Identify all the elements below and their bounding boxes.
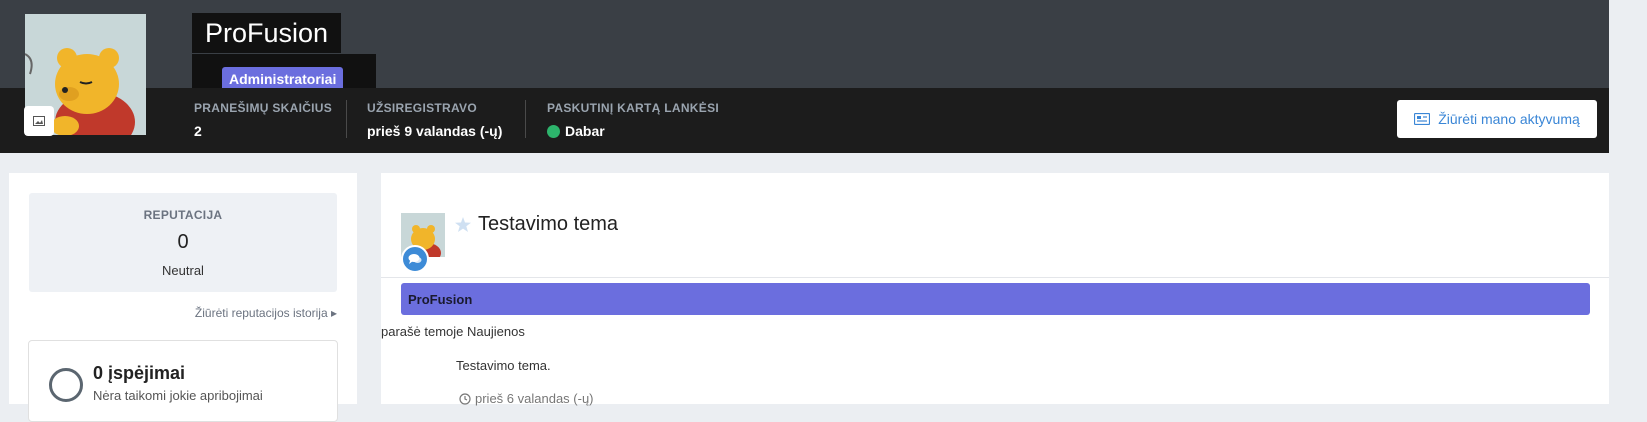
stat-divider [346, 100, 347, 138]
stat-registered: UŽSIREGISTRAVO prieš 9 valandas (-ų) [367, 101, 502, 139]
reputation-value: 0 [177, 231, 189, 253]
divider [381, 277, 1609, 278]
stat-post-count: PRANEŠIMŲ SKAIČIUS 2 [194, 101, 332, 139]
post-context-line: parašė temoje Naujienos [381, 324, 525, 339]
activity-icon [1414, 113, 1431, 125]
activity-stream: Testavimo tema ProFusion parašė temoje N… [381, 173, 1609, 406]
warnings-description: Nėra taikomi jokie apribojimai [93, 388, 263, 403]
reputation-history-label: Žiūrėti reputacijos istorija [194, 306, 328, 320]
warnings-box[interactable]: 0 įspėjimai Nėra taikomi jokie apribojim… [28, 340, 338, 422]
post-snippet: Testavimo tema. [456, 358, 551, 373]
view-activity-button[interactable]: Žiūrėti mano aktyvumą [1397, 100, 1597, 138]
profile-name: ProFusion [192, 13, 342, 53]
stat-value: prieš 9 valandas (-ų) [367, 123, 503, 139]
wrote-prefix: parašė temoje [381, 324, 464, 339]
stat-last-visit: PASKUTINĮ KARTĄ LANKĖSI Dabar [547, 101, 719, 139]
stat-value: 2 [194, 123, 202, 139]
caret-right-icon: ▸ [330, 306, 337, 320]
forum-link[interactable]: Naujienos [467, 324, 525, 339]
post-author-name[interactable]: ProFusion [408, 292, 472, 307]
stat-label: UŽSIREGISTRAVO [367, 101, 477, 115]
post-title-link[interactable]: Testavimo tema [478, 213, 618, 236]
change-avatar-button[interactable] [24, 106, 54, 136]
reputation-description: Neutral [162, 263, 204, 278]
stat-value-wrap: Dabar [547, 123, 719, 139]
warnings-title: 0 įspėjimai [93, 363, 186, 383]
stat-divider [525, 100, 526, 138]
clock-icon [459, 392, 471, 405]
reputation-label: REPUTACIJA [143, 208, 223, 222]
stat-label: PRANEŠIMŲ SKAIČIUS [194, 101, 333, 115]
reputation-history-link[interactable]: Žiūrėti reputacijos istorija ▸ [195, 306, 337, 320]
profile-sidebar: REPUTACIJA 0 Neutral Žiūrėti reputacijos… [9, 173, 357, 422]
topic-type-badge [401, 245, 429, 273]
group-badge: Administratoriai [222, 67, 344, 88]
online-indicator [547, 124, 560, 138]
reputation-box: REPUTACIJA 0 Neutral [29, 193, 337, 292]
warning-level-icon [49, 368, 83, 402]
post-author-bar: ProFusion [401, 283, 1590, 315]
stat-label: PASKUTINĮ KARTĄ LANKĖSI [547, 101, 720, 115]
image-icon [33, 116, 45, 126]
chat-icon [408, 254, 422, 264]
view-activity-label: Žiūrėti mano aktyvumą [1438, 111, 1580, 127]
stat-value: Dabar [565, 123, 605, 139]
star-icon[interactable] [455, 217, 471, 232]
